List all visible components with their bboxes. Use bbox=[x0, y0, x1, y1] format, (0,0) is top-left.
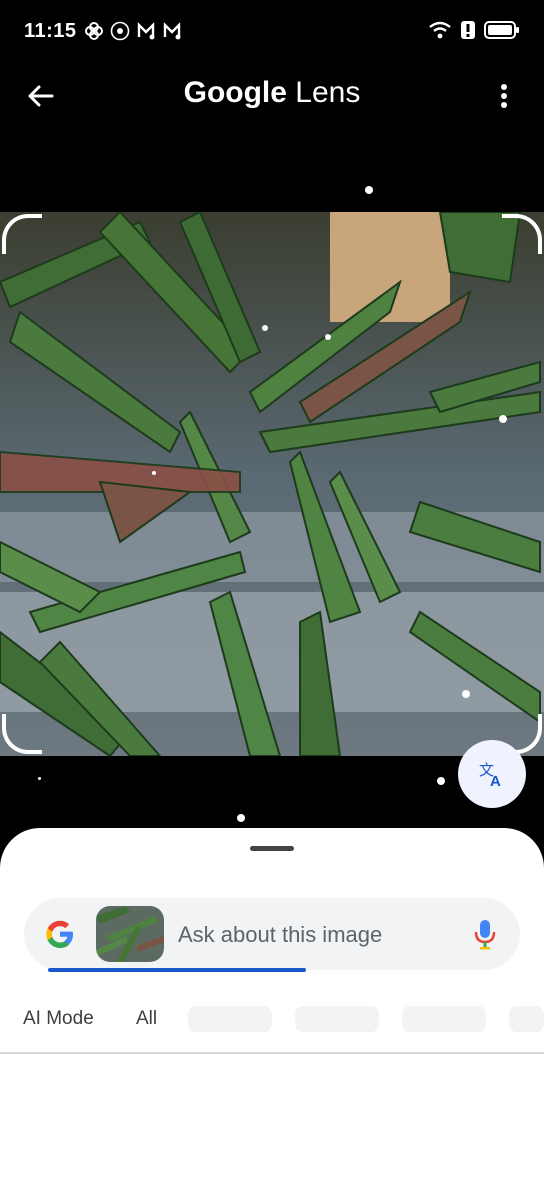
alert-icon bbox=[461, 21, 475, 39]
sparkle-dot bbox=[38, 777, 41, 780]
svg-text:A: A bbox=[490, 773, 501, 789]
battery-icon bbox=[484, 21, 519, 39]
app-title-product: Lens bbox=[286, 76, 361, 109]
absa-icon bbox=[110, 21, 130, 41]
status-system-icons bbox=[428, 20, 520, 40]
microphone-icon[interactable] bbox=[472, 918, 498, 950]
sparkle-dot bbox=[262, 325, 268, 331]
google-g-icon bbox=[46, 920, 73, 948]
wifi-icon bbox=[429, 21, 451, 39]
tabs-divider bbox=[0, 1052, 544, 1054]
sparkle-dot bbox=[325, 334, 331, 340]
tab-loading-placeholder bbox=[295, 1006, 379, 1032]
sparkle-dot bbox=[462, 690, 470, 698]
search-bar[interactable]: Ask about this image bbox=[24, 898, 520, 970]
captured-plant-image[interactable] bbox=[0, 212, 544, 756]
search-placeholder[interactable]: Ask about this image bbox=[178, 922, 382, 948]
m-music-icon bbox=[163, 22, 181, 40]
status-time: 11:15 bbox=[24, 20, 77, 42]
tab-loading-placeholder bbox=[188, 1006, 272, 1032]
tab-loading-placeholder bbox=[509, 1006, 544, 1032]
tab-all[interactable]: All bbox=[136, 1008, 157, 1030]
app-title: Google Lens bbox=[0, 76, 544, 110]
sparkle-dot bbox=[499, 415, 507, 423]
tab-loading-placeholder bbox=[402, 1006, 486, 1032]
loading-progress-bar bbox=[48, 968, 306, 972]
translate-icon: 文 A bbox=[479, 762, 501, 789]
results-bottom-sheet: Ask about this image AI Mode All bbox=[0, 828, 544, 1200]
result-tabs: AI Mode All bbox=[0, 1004, 544, 1050]
sparkle-dot bbox=[437, 777, 445, 785]
search-image-thumbnail[interactable] bbox=[96, 906, 164, 962]
pinwheel-icon bbox=[85, 22, 103, 40]
app-bar: Google Lens bbox=[0, 62, 544, 130]
status-notification-icons bbox=[84, 21, 182, 41]
sparkle-dot bbox=[152, 471, 156, 475]
sheet-drag-handle[interactable] bbox=[250, 846, 294, 851]
app-title-brand: Google bbox=[183, 76, 287, 109]
tab-ai-mode[interactable]: AI Mode bbox=[23, 1008, 94, 1030]
more-options-icon[interactable] bbox=[488, 80, 520, 112]
m-music-icon bbox=[137, 22, 155, 40]
status-bar: 11:15 bbox=[0, 0, 544, 62]
sparkle-dot bbox=[237, 814, 245, 822]
sparkle-dot bbox=[365, 186, 373, 194]
translate-button[interactable]: 文 A bbox=[458, 740, 526, 808]
